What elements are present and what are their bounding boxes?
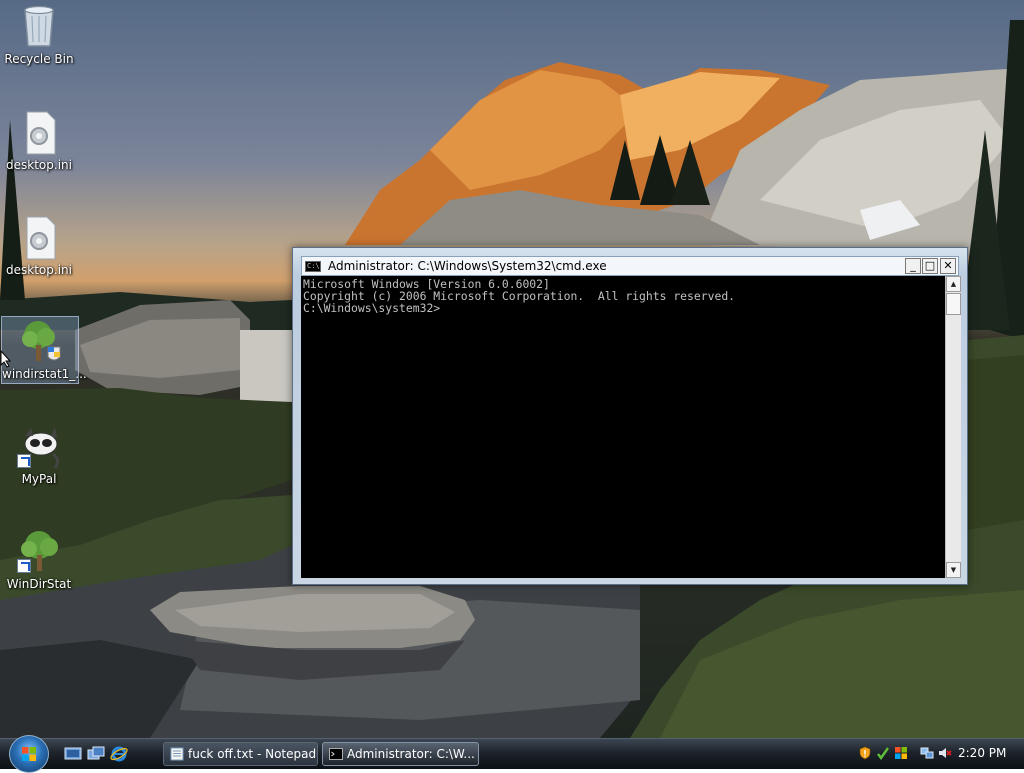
taskbar-button-notepad[interactable]: fuck off.txt - Notepad [163, 742, 318, 766]
notepad-icon [170, 747, 184, 761]
taskbar-button-cmd[interactable]: Administrator: C:\W... [322, 742, 479, 766]
desktop-wallpaper: Recycle Bin desktop.ini desktop.ini wind… [0, 0, 1024, 738]
scroll-thumb[interactable] [946, 293, 961, 315]
switch-windows-icon[interactable] [87, 745, 105, 763]
system-clock[interactable]: 2:20 PM [958, 746, 1006, 760]
windows-flag-icon[interactable] [894, 746, 908, 760]
software-update-icon[interactable] [876, 746, 890, 760]
taskbar-button-label: Administrator: C:\W... [347, 747, 475, 761]
console-output[interactable]: Microsoft Windows [Version 6.0.6002] Copy… [301, 276, 945, 578]
minimize-button[interactable]: _ [905, 258, 921, 274]
settings-file-icon [15, 108, 63, 156]
start-button[interactable] [9, 735, 49, 773]
vertical-scrollbar[interactable]: ▲ ▼ [945, 276, 961, 578]
close-button[interactable]: ✕ [940, 258, 956, 274]
shortcut-arrow-icon [17, 559, 31, 573]
desktop-icon-label: Recycle Bin [4, 52, 74, 66]
maximize-button[interactable]: □ [922, 258, 938, 274]
desktop-icon-label: MyPal [21, 472, 57, 486]
raccoon-icon [15, 422, 63, 470]
scroll-down-button[interactable]: ▼ [946, 562, 961, 578]
tree-shield-icon [16, 317, 64, 365]
cmd-window[interactable]: C:\ Administrator: C:\Windows\System32\c… [292, 247, 968, 585]
console-prompt: C:\Windows\system32> [303, 301, 441, 315]
cmd-icon [329, 748, 343, 760]
desktop-icon-recycle-bin[interactable]: Recycle Bin [1, 2, 77, 68]
desktop-icon-label: desktop.ini [6, 263, 72, 277]
settings-file-icon [15, 213, 63, 261]
desktop-icon-desktop-ini-2[interactable]: desktop.ini [1, 213, 77, 279]
taskbar: fuck off.txt - Notepad Administrator: C:… [0, 735, 1024, 773]
taskbar-button-label: fuck off.txt - Notepad [188, 747, 317, 761]
tree-icon [15, 527, 63, 575]
scroll-up-button[interactable]: ▲ [946, 276, 961, 292]
desktop-icon-desktop-ini[interactable]: desktop.ini [1, 108, 77, 174]
window-title: Administrator: C:\Windows\System32\cmd.e… [328, 259, 607, 273]
windows-logo-icon [22, 747, 36, 761]
network-icon[interactable] [920, 746, 934, 760]
cmd-app-icon: C:\ [305, 261, 321, 272]
shortcut-arrow-icon [17, 454, 31, 468]
volume-muted-icon[interactable] [938, 746, 952, 760]
security-shield-icon[interactable] [858, 746, 872, 760]
desktop-icon-label: WinDirStat [6, 577, 72, 591]
internet-explorer-icon[interactable] [110, 745, 128, 763]
desktop-icon-mypal[interactable]: MyPal [1, 422, 77, 488]
cmd-title-bar[interactable]: C:\ Administrator: C:\Windows\System32\c… [301, 256, 959, 276]
desktop-icon-windirstat[interactable]: WinDirStat [1, 527, 77, 593]
show-desktop-icon[interactable] [64, 745, 82, 763]
mouse-cursor-icon [0, 350, 12, 368]
desktop-icon-windirstat-setup[interactable]: windirstat1_... [1, 316, 87, 384]
desktop-icon-label: desktop.ini [6, 158, 72, 172]
recycle-bin-icon [15, 2, 63, 50]
desktop-icon-label: windirstat1_... [2, 367, 87, 381]
